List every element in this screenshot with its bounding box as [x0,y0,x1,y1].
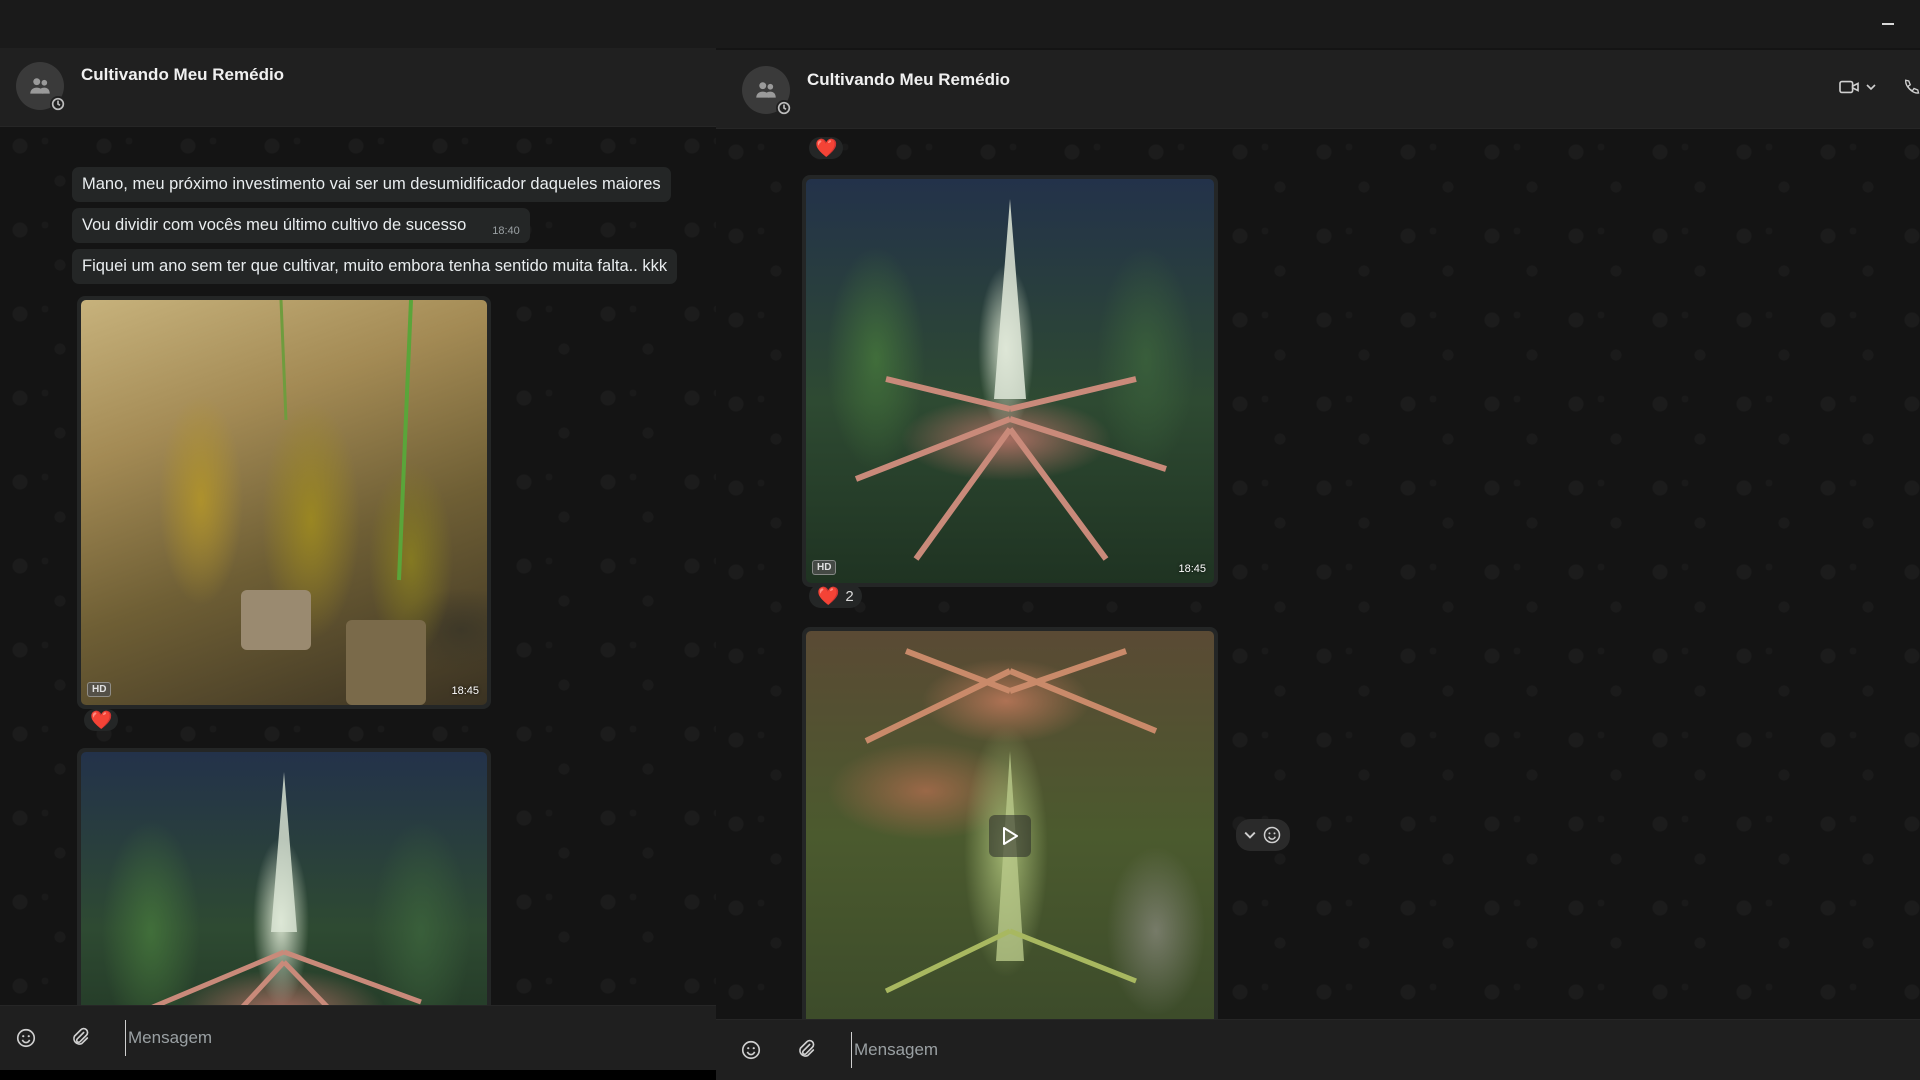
left-chat-header[interactable]: Cultivando Meu Remédio [0,48,716,127]
group-avatar[interactable] [742,66,792,116]
message-text: Vou dividir com vocês meu último cultivo… [82,216,467,234]
message-bubble[interactable]: Vou dividir com vocês meu último cultivo… [72,208,530,243]
message-text: Fiquei um ano sem ter que cultivar, muit… [82,257,668,275]
message-input[interactable] [125,1020,690,1056]
heart-icon: ❤️ [817,586,840,606]
video-call-button[interactable] [1828,72,1886,102]
reaction-badge[interactable]: ❤️ 2 [809,584,862,608]
message-hover-tools [1236,819,1290,851]
voice-call-button[interactable] [1892,72,1920,102]
attach-button[interactable] [66,1024,94,1052]
taskbar-edge [0,1070,716,1080]
message-input[interactable] [851,1032,1856,1068]
photo-message[interactable] [77,748,491,1006]
heart-icon: ❤️ [815,138,838,158]
chat-title: Cultivando Meu Remédio [81,65,285,84]
hd-badge: HD [87,682,112,697]
reaction-badge[interactable]: ❤️ [84,709,119,731]
message-text: Mano, meu próximo investimento vai ser u… [82,175,661,193]
photo-time: 18:45 [451,685,479,697]
video-camera-icon [1839,80,1859,94]
chevron-down-icon [1244,831,1256,839]
play-button[interactable] [989,815,1031,857]
hd-badge: HD [812,560,837,575]
cannabis-plant-photo[interactable]: HD 18:45 [81,300,487,705]
heart-icon: ❤️ [90,710,113,730]
right-chat-window: Cultivando Meu Remédio ❤️ HD 18:45 ❤️ 2 … [716,50,1920,1080]
left-chat-window: Cultivando Meu Remédio Mano, meu próximo… [0,48,716,1070]
title-bar [0,0,1920,48]
chevron-down-icon [1866,84,1876,91]
react-button[interactable] [1260,823,1284,847]
emoji-button[interactable] [12,1024,40,1052]
group-avatar[interactable] [16,62,66,112]
photo-message[interactable]: HD 18:45 [802,175,1218,587]
left-message-list[interactable]: Mano, meu próximo investimento vai ser u… [0,126,716,1006]
header-actions [1828,72,1920,102]
emoji-icon [16,1028,36,1048]
photo-detail [148,772,422,1006]
phone-icon [1905,79,1920,94]
right-composer [716,1019,1920,1080]
emoji-button[interactable] [737,1036,765,1064]
sync-icon [50,96,66,112]
video-message[interactable] [802,627,1218,1020]
photo-message[interactable]: HD 18:45 [77,296,491,709]
reaction-badge[interactable]: ❤️ [809,137,844,159]
chat-title: Cultivando Meu Remédio [807,70,1011,89]
attach-button[interactable] [792,1036,820,1064]
emoji-icon [1263,826,1281,844]
minimize-button[interactable] [1874,10,1902,38]
right-chat-header[interactable]: Cultivando Meu Remédio [716,50,1920,129]
paperclip-icon [73,1027,89,1045]
paperclip-icon [799,1039,815,1057]
photo-time: 18:45 [1178,563,1206,575]
cannabis-video-thumbnail[interactable] [806,631,1214,1020]
message-options-button[interactable] [1242,828,1258,842]
photo-detail [854,199,1167,561]
message-bubble[interactable]: Fiquei um ano sem ter que cultivar, muit… [72,249,678,284]
left-composer [0,1005,716,1070]
right-message-list[interactable]: ❤️ HD 18:45 ❤️ 2 [716,132,1920,1020]
reaction-count: 2 [845,587,854,605]
sync-icon [776,100,792,116]
message-bubble[interactable]: Mano, meu próximo investimento vai ser u… [72,167,671,202]
emoji-icon [741,1040,761,1060]
photo-detail [241,300,426,705]
cannabis-bud-photo[interactable]: HD 18:45 [806,179,1214,583]
play-icon [1003,827,1018,845]
message-time: 18:40 [492,225,520,237]
cannabis-bud-photo[interactable] [81,752,487,1006]
